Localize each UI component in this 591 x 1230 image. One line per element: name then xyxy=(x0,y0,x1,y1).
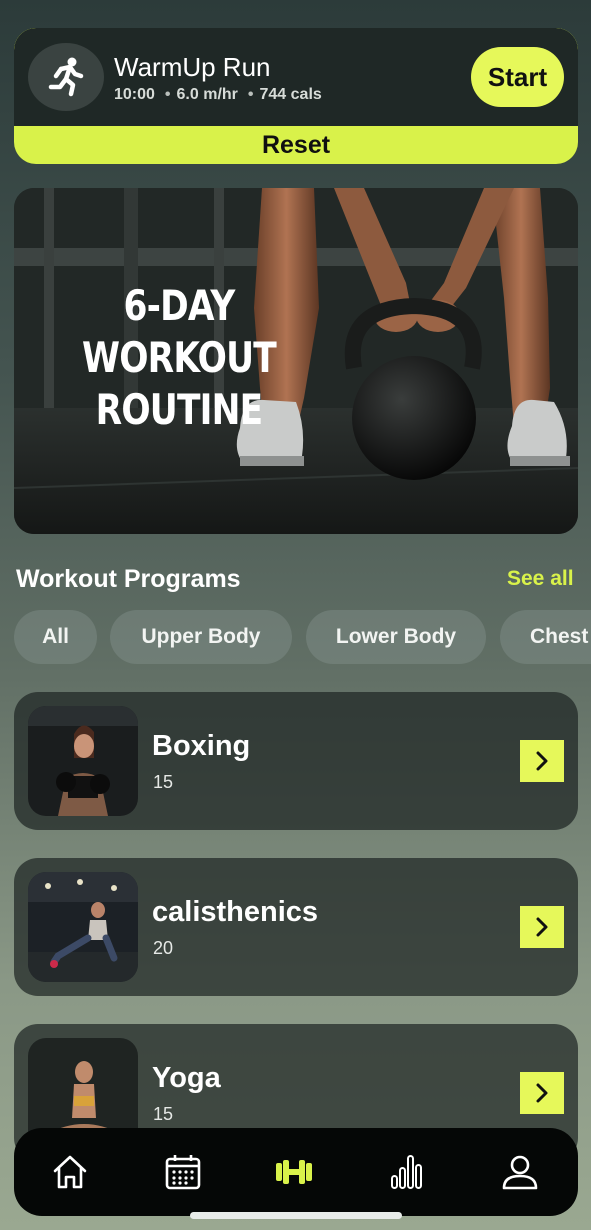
start-button[interactable]: Start xyxy=(471,47,564,107)
chip-chest[interactable]: Chest xyxy=(500,610,591,664)
warmup-duration: 10:00 xyxy=(114,86,155,103)
home-icon[interactable] xyxy=(48,1150,92,1194)
hero-title-line: WORKOUT xyxy=(82,333,277,382)
chevron-right-icon[interactable] xyxy=(520,906,564,948)
running-person-icon xyxy=(28,43,104,111)
warmup-title: WarmUp Run xyxy=(114,52,271,82)
program-count: 20 xyxy=(153,938,174,958)
hero-banner[interactable]: 6-DAY WORKOUT ROUTINE xyxy=(14,188,578,534)
warmup-header: WarmUp Run 10:00 • 6.0 m/hr • 744 cals Start xyxy=(14,28,578,126)
section-title: Workout Programs xyxy=(16,565,241,593)
see-all-link[interactable]: See all xyxy=(507,567,574,591)
chip-lower-body[interactable]: Lower Body xyxy=(306,610,486,664)
program-name: calisthenics xyxy=(152,896,319,928)
program-count: 15 xyxy=(153,1104,174,1124)
stat-separator: • xyxy=(247,86,254,103)
hero-title-line: 6-DAY xyxy=(123,281,235,330)
calendar-icon[interactable] xyxy=(161,1150,205,1194)
profile-icon[interactable] xyxy=(498,1150,542,1194)
hero-title-line: ROUTINE xyxy=(95,385,264,434)
filter-chips: All Upper Body Lower Body Chest xyxy=(14,610,591,666)
warmup-stats: 10:00 • 6.0 m/hr • 744 cals xyxy=(114,86,322,104)
warmup-speed: 6.0 m/hr xyxy=(176,86,238,103)
stat-separator: • xyxy=(164,86,171,103)
program-thumbnail xyxy=(28,706,138,816)
program-thumbnail xyxy=(28,872,138,982)
program-name: Boxing xyxy=(152,730,251,762)
chevron-right-icon[interactable] xyxy=(520,740,564,782)
program-name: Yoga xyxy=(152,1062,221,1094)
home-indicator[interactable] xyxy=(190,1212,402,1219)
bottom-nav xyxy=(14,1128,578,1216)
chip-upper-body[interactable]: Upper Body xyxy=(110,610,292,664)
warmup-card: WarmUp Run 10:00 • 6.0 m/hr • 744 cals Start… xyxy=(14,28,578,164)
program-card-calisthenics[interactable]: calisthenics 20 xyxy=(14,858,578,996)
program-count: 15 xyxy=(153,772,174,792)
chevron-right-icon[interactable] xyxy=(520,1072,564,1114)
dumbbell-icon[interactable] xyxy=(272,1150,316,1194)
warmup-calories: 744 cals xyxy=(259,86,322,103)
hero-title: 6-DAY WORKOUT ROUTINE xyxy=(68,280,289,436)
reset-button[interactable]: Reset xyxy=(14,126,578,164)
stats-icon[interactable] xyxy=(384,1150,428,1194)
chip-all[interactable]: All xyxy=(14,610,97,664)
app: WarmUp Run 10:00 • 6.0 m/hr • 744 cals Start… xyxy=(0,0,591,1230)
program-card-boxing[interactable]: Boxing 15 xyxy=(14,692,578,830)
